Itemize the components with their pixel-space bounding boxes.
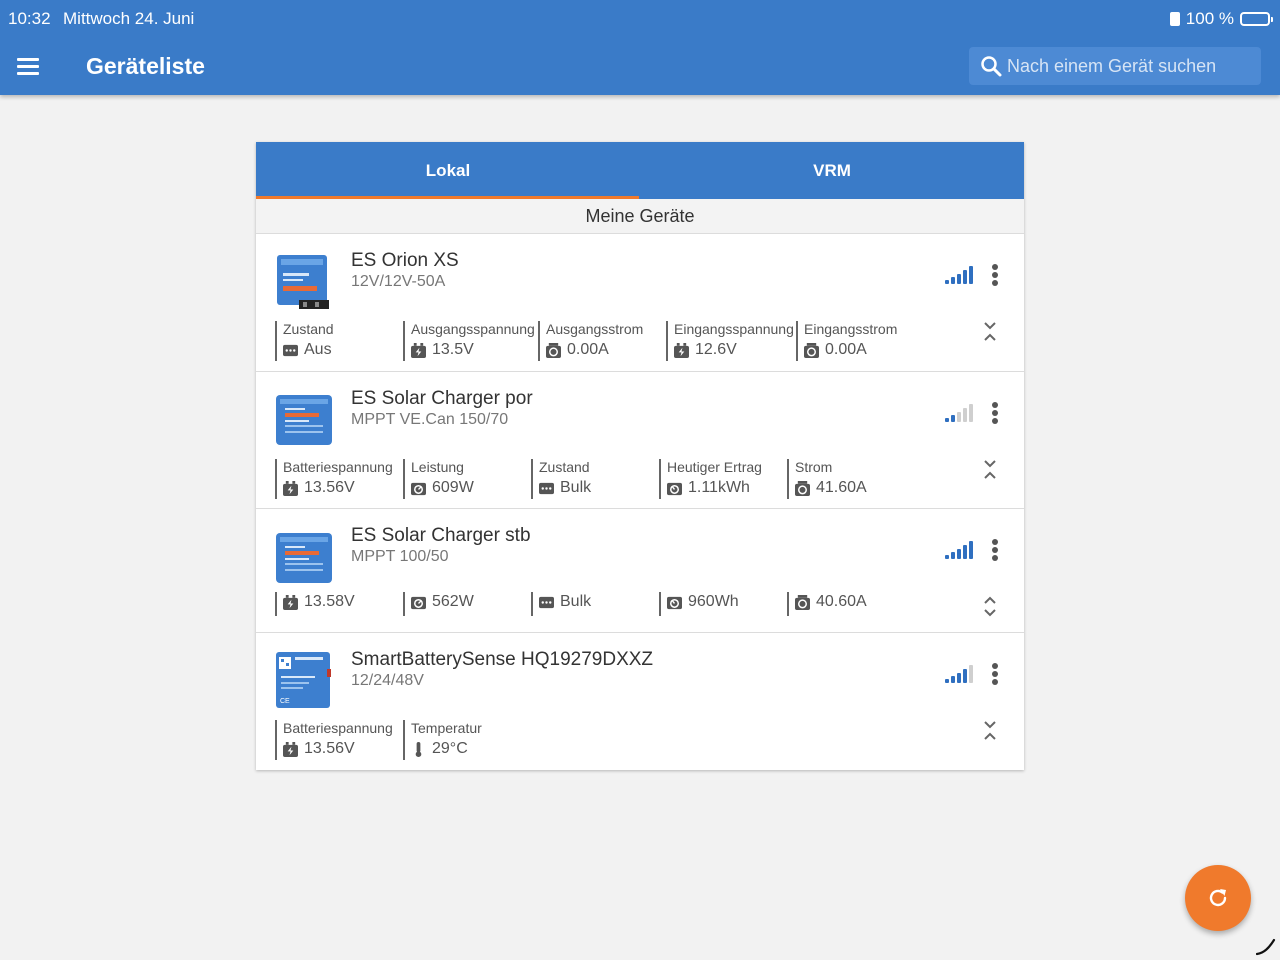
signal-strength-icon xyxy=(945,264,975,284)
app-header: 10:32 Mittwoch 24. Juni 100 % Gerätelist… xyxy=(0,0,1280,95)
collapse-toggle-icon[interactable] xyxy=(982,719,998,743)
param-current: 40.60A xyxy=(787,592,912,616)
param-yield-today: Heutiger Ertrag 1.11kWh xyxy=(659,459,784,499)
status-date: Mittwoch 24. Juni xyxy=(63,9,195,28)
param-output-current: Ausgangsstrom 0.00A xyxy=(538,321,663,361)
collapse-toggle-icon[interactable] xyxy=(982,320,998,344)
thermometer-icon xyxy=(415,741,422,757)
page-title: Geräteliste xyxy=(86,53,205,79)
status-bar: 10:32 Mittwoch 24. Juni 100 % xyxy=(0,0,1280,38)
device-list-card: Lokal VRM Meine Geräte ES Orion XS 12V/1… xyxy=(256,142,1024,770)
tab-vrm[interactable]: VRM xyxy=(640,142,1024,199)
power-icon xyxy=(411,596,426,609)
param-input-voltage: Eingangsspannung 12.6V xyxy=(666,321,794,361)
status-time: 10:32 xyxy=(8,9,51,28)
yield-icon xyxy=(667,596,682,609)
signal-strength-icon xyxy=(945,539,975,559)
section-header: Meine Geräte xyxy=(256,199,1024,234)
yield-icon xyxy=(667,482,682,495)
status-indicators: 100 % xyxy=(1169,9,1273,29)
param-yield-today: 960Wh xyxy=(659,592,784,616)
battery-icon xyxy=(411,342,426,358)
state-icon xyxy=(539,596,554,608)
param-temperature: Temperatur 29°C xyxy=(403,720,528,760)
current-icon xyxy=(546,342,561,358)
device-name: ES Solar Charger stb xyxy=(351,525,531,546)
param-state: Zustand Aus xyxy=(275,321,395,361)
pen-cursor-icon xyxy=(1256,938,1276,956)
device-row[interactable]: ES Solar Charger por MPPT VE.Can 150/70 … xyxy=(256,372,1024,509)
device-image-mppt xyxy=(276,395,332,445)
refresh-button[interactable] xyxy=(1185,865,1251,931)
battery-icon xyxy=(283,741,298,757)
search-bar[interactable] xyxy=(969,47,1261,85)
collapse-toggle-icon[interactable] xyxy=(982,458,998,482)
device-image-battery-sense: CE xyxy=(276,652,331,708)
search-input[interactable] xyxy=(1007,47,1255,85)
device-row[interactable]: ES Solar Charger stb MPPT 100/50 13.58V … xyxy=(256,509,1024,633)
param-input-current: Eingangsstrom 0.00A xyxy=(796,321,916,361)
param-battery-voltage: Batteriespannung 13.56V xyxy=(275,459,400,499)
param-state: Zustand Bulk xyxy=(531,459,656,499)
svg-text:CE: CE xyxy=(280,698,290,705)
menu-button[interactable] xyxy=(14,50,44,80)
param-battery-voltage: 13.58V xyxy=(275,592,400,616)
signal-strength-icon xyxy=(945,663,975,683)
battery-icon xyxy=(283,480,298,496)
device-model: 12/24/48V xyxy=(351,672,424,689)
device-name: SmartBatterySense HQ19279DXXZ xyxy=(351,649,654,670)
device-row[interactable]: ES Orion XS 12V/12V-50A Zustand Aus Ausg… xyxy=(256,234,1024,372)
expand-toggle-icon[interactable] xyxy=(982,595,998,619)
current-icon xyxy=(795,594,810,610)
device-name: ES Orion XS xyxy=(351,250,459,271)
device-model: 12V/12V-50A xyxy=(351,273,446,290)
power-icon xyxy=(411,482,426,495)
device-model: MPPT VE.Can 150/70 xyxy=(351,411,509,428)
param-battery-voltage: Batteriespannung 13.56V xyxy=(275,720,400,760)
param-power: Leistung 609W xyxy=(403,459,528,499)
battery-icon xyxy=(1240,12,1273,26)
param-output-voltage: Ausgangsspannung 13.5V xyxy=(403,321,538,361)
device-image-orion xyxy=(277,255,329,309)
battery-icon xyxy=(674,342,689,358)
more-options-icon[interactable] xyxy=(990,663,1000,687)
device-row[interactable]: CE SmartBatterySense HQ19279DXXZ 12/24/4… xyxy=(256,633,1024,770)
refresh-icon xyxy=(1209,889,1227,907)
device-image-mppt xyxy=(276,533,332,583)
device-name: ES Solar Charger por xyxy=(351,388,533,409)
param-power: 562W xyxy=(403,592,528,616)
param-state: Bulk xyxy=(531,592,656,616)
signal-strength-icon xyxy=(945,402,975,422)
sim-icon xyxy=(1169,12,1180,26)
more-options-icon[interactable] xyxy=(990,264,1000,288)
more-options-icon[interactable] xyxy=(990,402,1000,426)
device-model: MPPT 100/50 xyxy=(351,548,449,565)
param-current: Strom 41.60A xyxy=(787,459,912,499)
state-icon xyxy=(539,482,554,494)
current-icon xyxy=(804,342,819,358)
current-icon xyxy=(795,480,810,496)
battery-percent: 100 % xyxy=(1185,9,1234,28)
tab-lokal[interactable]: Lokal xyxy=(256,142,640,199)
search-icon xyxy=(981,56,1002,77)
battery-icon xyxy=(283,594,298,610)
tab-bar: Lokal VRM xyxy=(256,142,1024,199)
more-options-icon[interactable] xyxy=(990,539,1000,563)
state-icon xyxy=(283,344,298,356)
